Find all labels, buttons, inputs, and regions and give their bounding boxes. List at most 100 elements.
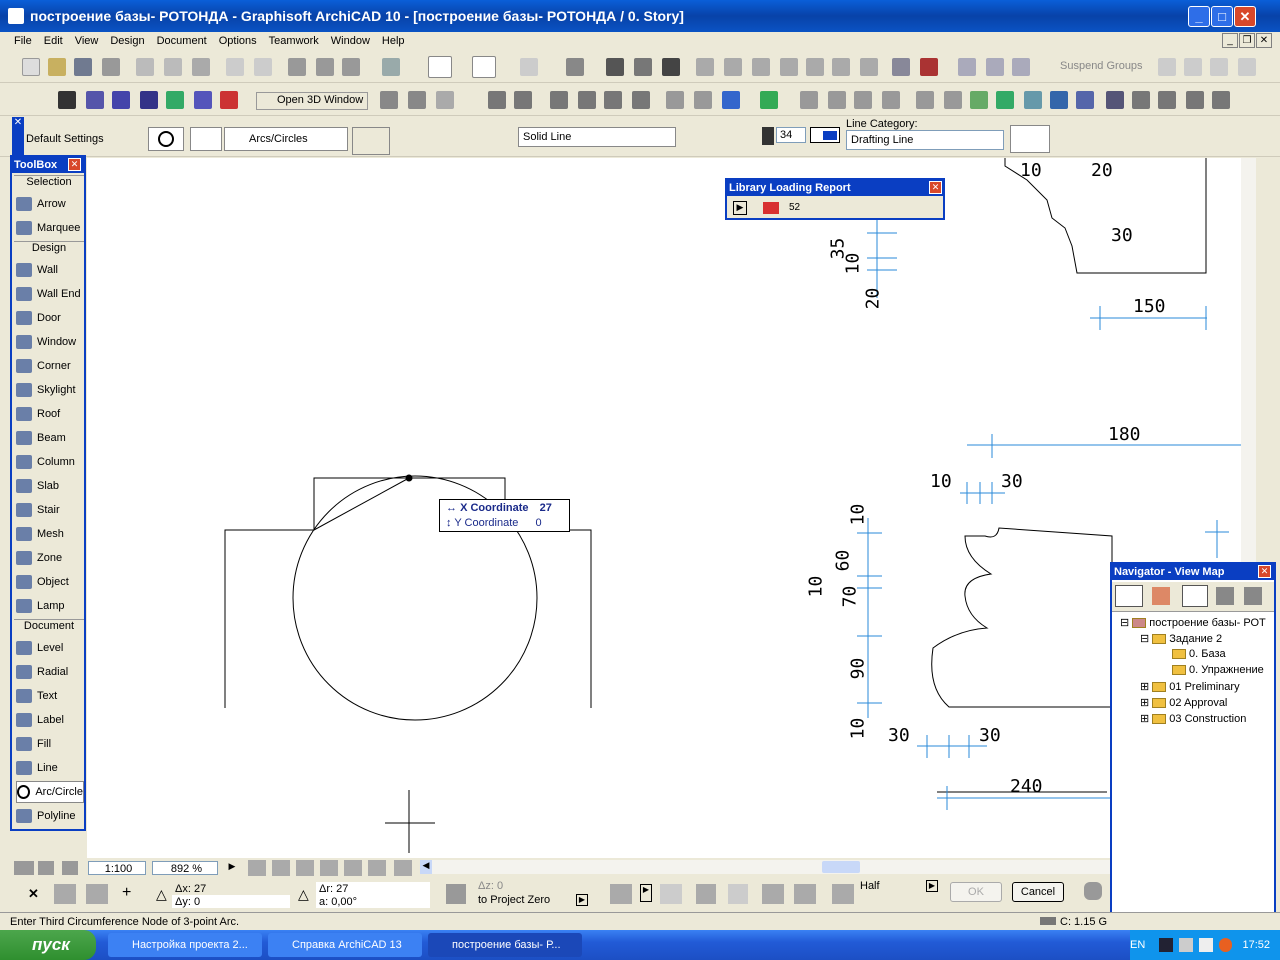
help-icon[interactable] xyxy=(1159,938,1174,952)
menu-options[interactable]: Options xyxy=(219,35,257,47)
arrow-type-2-icon[interactable] xyxy=(1058,129,1084,151)
project-zero-icon[interactable] xyxy=(446,884,466,904)
material-icon[interactable] xyxy=(166,91,184,109)
arrow-type-3-icon[interactable] xyxy=(1096,129,1122,151)
zoom-next-icon[interactable] xyxy=(368,860,386,876)
layer-settings-icon[interactable] xyxy=(190,127,222,151)
group-icon[interactable] xyxy=(696,58,714,76)
tool-marquee[interactable]: Marquee xyxy=(16,217,84,239)
render-icon[interactable] xyxy=(694,91,712,109)
snap-icon-3[interactable] xyxy=(762,884,784,904)
menu-window[interactable]: Window xyxy=(331,35,370,47)
vertical-scrollbar[interactable] xyxy=(1241,158,1256,562)
snap-icon-2[interactable] xyxy=(728,884,748,904)
publish-icon[interactable] xyxy=(722,91,740,109)
doc-close-button[interactable]: ✕ xyxy=(1256,33,1272,48)
arrow-type-4-icon[interactable] xyxy=(1138,129,1164,151)
zoom-field[interactable]: 892 % xyxy=(152,861,218,875)
open-icon[interactable] xyxy=(48,58,66,76)
house-icon[interactable] xyxy=(550,91,568,109)
pick-icon[interactable] xyxy=(316,58,334,76)
find-icon[interactable] xyxy=(288,58,306,76)
app-icon[interactable] xyxy=(8,8,24,24)
delta-x-field[interactable]: Δx: 27 xyxy=(172,882,290,895)
tool-level[interactable]: Level xyxy=(16,637,84,659)
to-project-zero-label[interactable]: to Project Zero xyxy=(478,894,550,906)
line-type-dropdown[interactable]: Solid Line xyxy=(518,127,676,147)
horizontal-scrollbar[interactable]: ◀ xyxy=(420,860,1110,874)
tree-item-zadanie[interactable]: ⊟ Задание 2 xyxy=(1140,632,1222,645)
library-report-close-icon[interactable]: ✕ xyxy=(929,181,942,194)
3d-explore-icon[interactable] xyxy=(408,91,426,109)
detail-icon[interactable] xyxy=(970,91,988,109)
infobox-close-icon[interactable]: ✕ xyxy=(12,117,24,157)
start-button[interactable]: пуск xyxy=(0,930,96,960)
doc-minimize-button[interactable]: _ xyxy=(1222,33,1238,48)
menu-document[interactable]: Document xyxy=(157,35,207,47)
rotate-icon[interactable] xyxy=(882,91,900,109)
house4-icon[interactable] xyxy=(632,91,650,109)
tool-skylight[interactable]: Skylight xyxy=(16,379,84,401)
grid-icon[interactable] xyxy=(520,58,538,76)
ruler-icon[interactable] xyxy=(634,58,652,76)
tool-lamp[interactable]: Lamp xyxy=(16,595,84,617)
adjust-icon[interactable] xyxy=(1132,91,1150,109)
cancel-button[interactable]: Cancel xyxy=(1012,882,1064,902)
send-icon[interactable] xyxy=(832,58,850,76)
tool-radial[interactable]: Radial xyxy=(16,661,84,683)
grid-snap-icon[interactable] xyxy=(472,56,496,78)
tool-object[interactable]: Object xyxy=(16,571,84,593)
scroll-left-arrow[interactable]: ◀ xyxy=(420,860,432,874)
3d-orbit-icon[interactable] xyxy=(436,91,454,109)
half-snap-icon[interactable] xyxy=(832,884,854,904)
snap-icon-1[interactable] xyxy=(696,884,716,904)
language-indicator[interactable]: EN xyxy=(1130,939,1145,951)
layer-icon[interactable] xyxy=(566,58,584,76)
tool-fill[interactable]: Fill xyxy=(16,733,84,755)
inject-icon[interactable] xyxy=(342,58,360,76)
gravity-icon[interactable] xyxy=(382,58,400,76)
save-icon[interactable] xyxy=(74,58,92,76)
scale-field[interactable]: 1:100 xyxy=(88,861,146,875)
copy-icon[interactable] xyxy=(164,58,182,76)
arrow-down-icon[interactable] xyxy=(1238,58,1256,76)
redo-icon[interactable] xyxy=(254,58,272,76)
menu-edit[interactable]: Edit xyxy=(44,35,63,47)
cut-icon[interactable] xyxy=(136,58,154,76)
composite-icon[interactable] xyxy=(140,91,158,109)
tool-arrow[interactable]: Arrow xyxy=(16,193,84,215)
link-icon[interactable] xyxy=(1012,58,1030,76)
arc-method-icon[interactable] xyxy=(352,127,390,155)
magic-wand-icon[interactable] xyxy=(610,884,632,904)
scroll-thumb[interactable] xyxy=(822,861,860,873)
suspend-icon[interactable] xyxy=(860,58,878,76)
snap-icon-4[interactable] xyxy=(794,884,816,904)
network-icon[interactable] xyxy=(1179,938,1193,952)
ellipse-method-icon[interactable] xyxy=(398,127,432,155)
delta-y-field[interactable]: Δy: 0 xyxy=(172,895,290,908)
fill-type-icon[interactable] xyxy=(112,91,130,109)
camera-icon[interactable] xyxy=(666,91,684,109)
zone-cat-icon[interactable] xyxy=(220,91,238,109)
document3d-icon[interactable] xyxy=(1050,91,1068,109)
line-type-icon[interactable] xyxy=(86,91,104,109)
menu-design[interactable]: Design xyxy=(110,35,144,47)
section-icon[interactable] xyxy=(916,91,934,109)
tool-line[interactable]: Line xyxy=(16,757,84,779)
zoom-in-icon[interactable] xyxy=(272,860,290,876)
align-icon[interactable] xyxy=(800,91,818,109)
pan-icon[interactable] xyxy=(320,860,338,876)
delta-r-field[interactable]: Δr: 27 xyxy=(316,882,430,895)
publisher-icon[interactable] xyxy=(1244,587,1262,605)
trace-icon[interactable] xyxy=(606,58,624,76)
paste-icon[interactable] xyxy=(192,58,210,76)
escape-icon[interactable]: ✕ xyxy=(28,886,44,902)
arrow-down-small-icon[interactable] xyxy=(1210,58,1228,76)
tool-column[interactable]: Column xyxy=(16,451,84,473)
tool-beam[interactable]: Beam xyxy=(16,427,84,449)
ungroup-tool-icon[interactable] xyxy=(986,58,1004,76)
tool-wall[interactable]: Wall xyxy=(16,259,84,281)
elevation-icon[interactable] xyxy=(944,91,962,109)
change-icon[interactable] xyxy=(1076,91,1094,109)
floor-plan-canvas[interactable]: 10 20 30 35 10 20 150 180 10 30 10 60 10… xyxy=(87,158,1241,858)
